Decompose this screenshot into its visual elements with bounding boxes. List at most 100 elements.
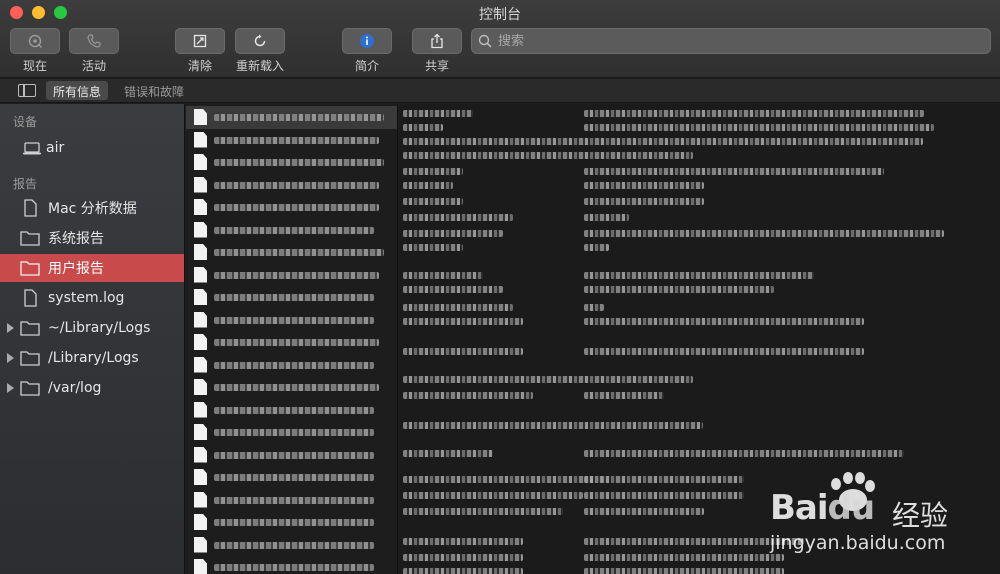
log-file-row[interactable] (186, 466, 397, 489)
log-text-redacted (584, 476, 744, 483)
phone-icon (87, 34, 101, 48)
log-text-redacted (403, 538, 523, 545)
watermark-url: jingyan.baidu.com (770, 532, 946, 554)
log-file-name-redacted (214, 271, 379, 279)
log-file-row[interactable] (186, 129, 397, 152)
sidebar-item-system-log[interactable]: system.log (0, 284, 184, 312)
log-file-row[interactable] (186, 264, 397, 287)
log-file-row[interactable] (186, 511, 397, 534)
log-file-row[interactable] (186, 534, 397, 557)
log-file-row[interactable] (186, 106, 397, 129)
log-file-name-redacted (214, 114, 384, 121)
sidebar: 设备 air 报告 Mac 分析数据 系统报告 用户报告 system.log … (0, 104, 185, 574)
log-file-row[interactable] (186, 489, 397, 512)
log-file-row[interactable] (186, 174, 397, 197)
disclosure-triangle-icon[interactable] (7, 383, 14, 393)
sidebar-item-mac-analytics[interactable]: Mac 分析数据 (0, 194, 184, 222)
now-label: 现在 (22, 59, 47, 73)
log-file-row[interactable] (186, 151, 397, 174)
disclosure-triangle-icon[interactable] (7, 323, 14, 333)
tab-errors-and-faults[interactable]: 错误和故障 (117, 81, 191, 100)
sidebar-item-var-log[interactable]: /var/log (0, 374, 184, 402)
document-icon (194, 176, 207, 193)
log-file-row[interactable] (186, 444, 397, 467)
log-text-redacted (584, 124, 934, 131)
log-file-row[interactable] (186, 286, 397, 309)
sidebar-item-label: 用户报告 (48, 261, 104, 277)
log-file-row[interactable] (186, 399, 397, 422)
tab-all-messages[interactable]: 所有信息 (46, 81, 109, 100)
folder-icon (20, 261, 40, 276)
folder-icon (20, 381, 40, 396)
sidebar-item-label: ~/Library/Logs (48, 320, 151, 336)
info-label: 简介 (354, 59, 379, 73)
log-file-name-redacted (214, 181, 379, 189)
log-file-name-redacted (214, 384, 379, 391)
log-file-name-redacted (214, 451, 374, 459)
sidebar-item-label: /Library/Logs (48, 350, 139, 366)
share-button[interactable] (412, 28, 462, 54)
log-text-redacted (403, 450, 493, 457)
sidebar-item-user-reports[interactable]: 用户报告 (0, 254, 184, 282)
log-file-row[interactable] (186, 376, 397, 399)
info-button[interactable] (342, 28, 392, 54)
log-file-row[interactable] (186, 556, 397, 574)
sidebar-item-air[interactable]: air (0, 134, 184, 162)
log-file-name-redacted (214, 294, 374, 301)
log-file-name-redacted (214, 496, 374, 504)
log-text-redacted (584, 508, 704, 515)
log-file-row[interactable] (186, 354, 397, 377)
sidebar-item-system-reports[interactable]: 系统报告 (0, 224, 184, 252)
document-icon (194, 131, 207, 148)
log-file-list[interactable] (186, 104, 398, 574)
log-text-redacted (584, 492, 744, 499)
log-file-name-redacted (214, 316, 374, 324)
document-icon (194, 221, 207, 238)
log-file-row[interactable] (186, 219, 397, 242)
log-file-row[interactable] (186, 196, 397, 219)
sidebar-item-label: 系统报告 (48, 231, 104, 247)
log-file-name-redacted (214, 474, 374, 481)
search-field[interactable] (471, 28, 991, 54)
reload-button[interactable] (235, 28, 285, 54)
log-text-redacted (403, 138, 923, 145)
log-text-redacted (584, 214, 629, 221)
log-text-redacted (584, 318, 864, 325)
log-file-row[interactable] (186, 421, 397, 444)
activity-label: 活动 (81, 59, 106, 73)
activity-button[interactable] (69, 28, 119, 54)
toolbar: 控制台 现在 活动 清除 重新载入 简介 共享 (0, 0, 1000, 78)
sidebar-toggle-icon[interactable] (18, 84, 36, 97)
document-icon (194, 356, 207, 373)
log-text-redacted (584, 244, 609, 251)
sidebar-item-library-logs[interactable]: /Library/Logs (0, 344, 184, 372)
log-file-name-redacted (214, 249, 384, 256)
log-text-redacted (403, 168, 463, 175)
log-file-row[interactable] (186, 331, 397, 354)
log-file-row[interactable] (186, 241, 397, 264)
clear-button[interactable] (175, 28, 225, 54)
log-text-redacted (403, 568, 523, 574)
log-text-redacted (584, 230, 944, 237)
log-file-name-redacted (214, 406, 374, 414)
section-reports-header: 报告 (13, 177, 38, 191)
log-text-redacted (403, 152, 693, 159)
now-button[interactable] (10, 28, 60, 54)
log-text-redacted (584, 182, 704, 189)
log-text-redacted (584, 554, 784, 561)
sidebar-item-user-library-logs[interactable]: ~/Library/Logs (0, 314, 184, 342)
log-text-redacted (403, 214, 513, 221)
log-text-redacted (403, 230, 503, 237)
log-file-name-redacted (214, 564, 374, 571)
document-icon (194, 289, 207, 305)
log-text-redacted (403, 554, 523, 561)
log-text-redacted (584, 348, 864, 355)
disclosure-triangle-icon[interactable] (7, 353, 14, 363)
log-text-redacted (403, 182, 453, 189)
sidebar-item-label: system.log (48, 290, 125, 306)
search-input[interactable] (498, 29, 978, 53)
log-file-row[interactable] (186, 309, 397, 332)
document-icon (194, 266, 207, 283)
document-icon (194, 401, 207, 418)
folder-icon (20, 231, 40, 246)
